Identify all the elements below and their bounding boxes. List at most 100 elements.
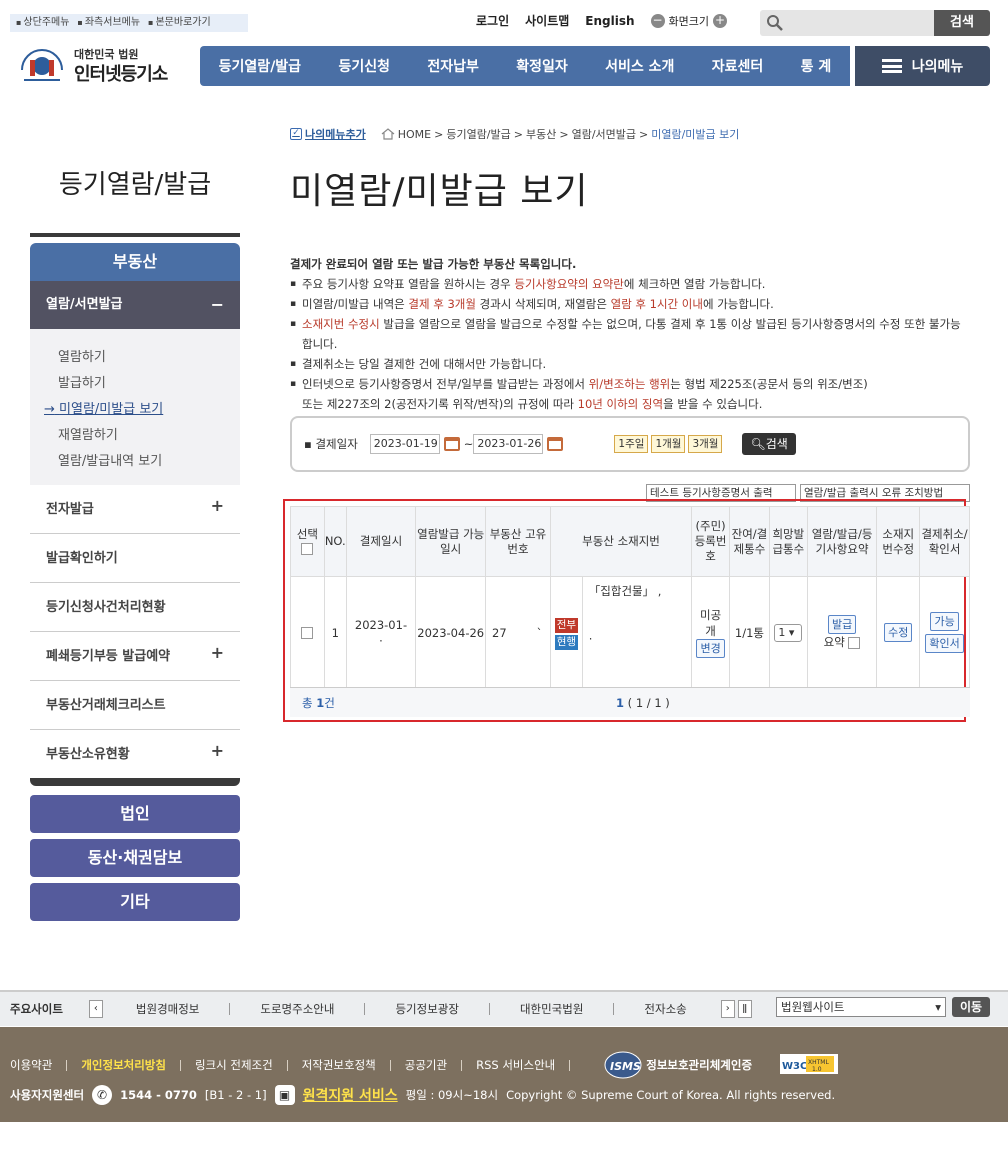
login-link[interactable]: 로그인 bbox=[476, 12, 509, 29]
zoom-label: 화면크기 bbox=[668, 14, 710, 28]
english-link[interactable]: English bbox=[585, 14, 634, 28]
period-3month-button[interactable]: 3개월 bbox=[688, 435, 723, 453]
site-link[interactable]: 등기정보광장 bbox=[365, 1003, 490, 1015]
cancel-payment-button[interactable]: 가능 bbox=[930, 612, 959, 631]
sidebar-item-issue[interactable]: 발급하기 bbox=[30, 371, 240, 397]
court-site-select[interactable]: 법원웹사이트 ▾ bbox=[776, 997, 946, 1017]
sidebar-item-e-issue[interactable]: 전자발급 + bbox=[30, 485, 240, 534]
sidebar-item-unviewed[interactable]: → 미열람/미발급 보기 bbox=[30, 397, 240, 423]
breadcrumb-sep: > bbox=[639, 127, 649, 141]
edit-address-button[interactable]: 수정 bbox=[884, 623, 913, 642]
prev-site-button[interactable]: ‹ bbox=[88, 1000, 103, 1018]
sidebar-view-issue[interactable]: 열람/서면발급 − bbox=[30, 281, 240, 329]
col-cancel: 결제취소/확인서 bbox=[919, 506, 970, 577]
sidebar-item-view[interactable]: 열람하기 bbox=[30, 345, 240, 371]
row-checkbox[interactable] bbox=[301, 627, 314, 639]
breadcrumb-sep: > bbox=[559, 127, 569, 141]
search-button[interactable]: 검색 bbox=[934, 10, 990, 36]
nav-registry-apply[interactable]: 등기신청 bbox=[338, 56, 390, 76]
sidebar-realestate[interactable]: 부동산 bbox=[30, 243, 240, 281]
filter-search-button[interactable]: 🔍︎검색 bbox=[742, 433, 796, 455]
public-agency-link[interactable]: 공공기관 bbox=[391, 1059, 463, 1071]
copies-select[interactable]: 1 ▾ bbox=[774, 623, 803, 642]
breadcrumb-home[interactable]: HOME bbox=[398, 128, 431, 141]
sidebar-item-review[interactable]: 재열람하기 bbox=[30, 423, 240, 449]
cell-address: 「집합건물」 , · bbox=[581, 576, 693, 689]
sidebar-item-closed-reserve[interactable]: 폐쇄등기부등 발급예약 + bbox=[30, 632, 240, 681]
sidebar-item-history[interactable]: 열람/발급내역 보기 bbox=[30, 449, 240, 475]
sidebar-item-case-status[interactable]: 등기신청사건처리현황 bbox=[30, 583, 240, 632]
col-regno: (주민)등록번호 bbox=[691, 506, 731, 577]
sidebar-movable[interactable]: 동산·채권담보 bbox=[30, 839, 240, 877]
pause-button[interactable]: ǁ bbox=[737, 1000, 752, 1018]
phone-number: 1544 - 0770 bbox=[120, 1088, 197, 1102]
copyright-policy-link[interactable]: 저작권보호정책 bbox=[288, 1059, 391, 1071]
date-to-input[interactable]: 2023-01-26 bbox=[473, 434, 544, 454]
skip-content[interactable]: 본문바로가기 bbox=[148, 14, 210, 32]
nav-e-payment[interactable]: 전자납부 bbox=[427, 56, 479, 76]
nav-statistics[interactable]: 통 계 bbox=[801, 56, 832, 76]
rss-link[interactable]: RSS 서비스안내 bbox=[462, 1059, 571, 1071]
skip-side-menu[interactable]: 좌측서브메뉴 bbox=[77, 14, 140, 32]
sidebar-corporation[interactable]: 법인 bbox=[30, 795, 240, 833]
sidebar-sublist: 열람하기 발급하기 → 미열람/미발급 보기 재열람하기 열람/발급내역 보기 bbox=[30, 329, 240, 485]
zoom-in-icon[interactable]: + bbox=[713, 13, 728, 28]
summary-checkbox[interactable] bbox=[848, 636, 861, 649]
site-link[interactable]: 법원경매정보 bbox=[106, 1003, 231, 1015]
site-link[interactable]: 대한민국법원 bbox=[490, 1003, 615, 1015]
site-logo[interactable]: 대한민국 법원 인터넷등기소 bbox=[16, 40, 186, 90]
period-1week-button[interactable]: 1주일 bbox=[614, 435, 649, 453]
zoom-out-icon[interactable]: − bbox=[650, 13, 665, 28]
link-policy-link[interactable]: 링크시 전제조건 bbox=[181, 1059, 288, 1071]
sidebar-etc[interactable]: 기타 bbox=[30, 883, 240, 921]
site-link[interactable]: 전자소송 bbox=[614, 1003, 716, 1015]
skip-top-menu[interactable]: 상단주메뉴 bbox=[16, 14, 69, 32]
issue-button[interactable]: 발급 bbox=[827, 615, 857, 634]
svg-text:W3C: W3C bbox=[782, 1061, 807, 1072]
date-from-input[interactable]: 2023-01-19 bbox=[369, 434, 440, 454]
notice-item: 인터넷으로 등기사항증명서 전부/일부를 발급받는 과정에서 위/변조하는 행위… bbox=[290, 374, 980, 394]
calendar-icon[interactable] bbox=[443, 437, 460, 451]
page-1-link[interactable]: 1 bbox=[616, 696, 624, 710]
search-icon: 🔍︎ bbox=[750, 437, 766, 451]
nav-service-intro[interactable]: 서비스 소개 bbox=[605, 56, 674, 76]
table-row: 1 2023-01- · 2023-04-26 27 ` 전부 현행 「집합건물」 … bbox=[290, 576, 970, 689]
cell-available: 2023-04-26 bbox=[415, 576, 487, 689]
search-input[interactable] bbox=[760, 10, 934, 36]
nav-fixed-date[interactable]: 확정일자 bbox=[516, 56, 568, 76]
breadcrumb-registry[interactable]: 등기열람/발급 bbox=[446, 126, 510, 142]
sidebar-item-checklist[interactable]: 부동산거래체크리스트 bbox=[30, 681, 240, 730]
period-1month-button[interactable]: 1개월 bbox=[651, 435, 686, 453]
select-all-checkbox[interactable] bbox=[301, 543, 314, 555]
w3c-icon: W3C XHTML1.0 bbox=[780, 1054, 839, 1074]
remote-support-link[interactable]: 원격지원 서비스 bbox=[303, 1085, 398, 1105]
support-center: 사용자지원센터 ✆ 1544 - 0770 [B1 - 2 - 1] ▣ 원격지… bbox=[10, 1085, 835, 1105]
sidebar-item-issue-check[interactable]: 발급확인하기 bbox=[30, 534, 240, 583]
site-link[interactable]: 도로명주소안내 bbox=[230, 1003, 366, 1015]
collapse-icon[interactable]: − bbox=[211, 281, 224, 329]
terms-link[interactable]: 이용약관 bbox=[10, 1059, 68, 1071]
certificate-button[interactable]: 확인서 bbox=[925, 634, 964, 653]
move-button[interactable]: 이동 bbox=[952, 997, 990, 1017]
phone-icon: ✆ bbox=[92, 1085, 113, 1105]
sidebar-item-ownership[interactable]: 부동산소유현황 + bbox=[30, 730, 240, 779]
sitemap-link[interactable]: 사이트맵 bbox=[525, 12, 569, 29]
checkmark-icon: ✓ bbox=[290, 128, 302, 140]
breadcrumb-sep: > bbox=[513, 127, 523, 141]
breadcrumb-sep: > bbox=[434, 127, 444, 141]
breadcrumb-realestate[interactable]: 부동산 bbox=[526, 126, 556, 142]
nav-data-center[interactable]: 자료센터 bbox=[712, 56, 764, 76]
svg-text:1.0: 1.0 bbox=[812, 1066, 822, 1073]
logo-title: 인터넷등기소 bbox=[74, 64, 168, 85]
breadcrumb-view-issue[interactable]: 열람/서면발급 bbox=[572, 126, 636, 142]
calendar-icon[interactable] bbox=[547, 437, 564, 451]
col-select: 선택 bbox=[290, 506, 325, 577]
next-site-button[interactable]: › bbox=[720, 1000, 735, 1018]
privacy-link[interactable]: 개인정보처리방침 bbox=[67, 1059, 181, 1071]
change-regno-button[interactable]: 변경 bbox=[696, 639, 725, 658]
add-my-menu-link[interactable]: ✓ 나의메뉴추가 bbox=[290, 126, 366, 142]
my-menu-button[interactable]: 나의메뉴 bbox=[855, 46, 990, 86]
nav-registry-view[interactable]: 등기열람/발급 bbox=[219, 56, 301, 76]
filter-label: ▪ 결제일자 bbox=[304, 437, 358, 451]
cell-paid: 2023-01- · bbox=[345, 576, 417, 689]
